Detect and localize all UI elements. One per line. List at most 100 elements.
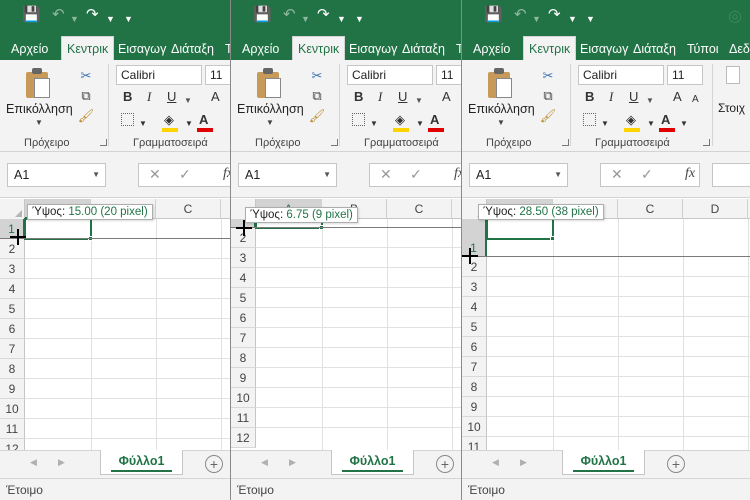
font-name-box[interactable]: Calibri: [116, 65, 202, 85]
underline-button[interactable]: U: [167, 89, 176, 105]
row-header[interactable]: 5: [462, 317, 487, 337]
tab-layout[interactable]: Διάταξη: [166, 38, 219, 60]
fill-dropdown-icon[interactable]: ▼: [185, 116, 193, 132]
italic-button[interactable]: I: [147, 89, 151, 105]
styles-button[interactable]: Στοιχ: [718, 101, 745, 115]
row-header[interactable]: 6: [462, 337, 487, 357]
formula-input[interactable]: [712, 163, 750, 187]
selected-cell-a1[interactable]: [24, 218, 92, 240]
worksheet-grid[interactable]: A B C 2 3 4 5 6 7 8 9 10 11 12: [231, 199, 461, 450]
fill-handle[interactable]: [550, 236, 555, 241]
insert-function-button[interactable]: fx: [223, 166, 230, 182]
row-header[interactable]: 4: [0, 279, 25, 299]
clipboard-launcher-icon[interactable]: [100, 139, 107, 146]
fill-dropdown-icon[interactable]: ▼: [647, 116, 655, 132]
scroll-right-icon[interactable]: ▶: [289, 457, 296, 468]
column-header[interactable]: C: [387, 199, 452, 219]
row-header[interactable]: 9: [231, 368, 256, 388]
tab-home[interactable]: Κεντρικ: [61, 36, 115, 60]
customize-qat-icon[interactable]: ▼: [586, 10, 595, 28]
redo-icon[interactable]: ↷: [548, 6, 561, 24]
paste-dropdown-icon[interactable]: ▼: [266, 118, 274, 127]
paste-button[interactable]: Επικόλληση: [6, 102, 73, 116]
add-sheet-icon[interactable]: +: [436, 455, 454, 473]
paste-button[interactable]: Επικόλληση: [468, 102, 535, 116]
redo-icon[interactable]: ↷: [86, 6, 99, 24]
undo-icon[interactable]: ↶: [283, 6, 296, 24]
font-size-box[interactable]: 11: [436, 65, 461, 85]
undo-icon[interactable]: ↶: [52, 6, 65, 24]
row-header[interactable]: 3: [462, 277, 487, 297]
undo-icon[interactable]: ↶: [514, 6, 527, 24]
row-header[interactable]: 7: [231, 328, 256, 348]
row-header[interactable]: 12: [0, 439, 25, 450]
sheet-tab[interactable]: Φύλλο1: [100, 450, 183, 475]
selected-cell-a1[interactable]: [486, 218, 554, 240]
shrink-font-button[interactable]: A: [692, 92, 699, 108]
row-header[interactable]: 10: [462, 417, 487, 437]
row-header[interactable]: 10: [231, 388, 256, 408]
borders-icon[interactable]: [352, 113, 365, 126]
paste-icon[interactable]: [26, 68, 52, 98]
paste-button[interactable]: Επικόλληση: [237, 102, 304, 116]
insert-function-button[interactable]: fx: [685, 166, 695, 182]
italic-button[interactable]: I: [609, 89, 613, 105]
tab-file[interactable]: Αρχείο: [468, 38, 515, 60]
cut-icon[interactable]: ✂: [538, 66, 558, 86]
underline-button[interactable]: U: [398, 89, 407, 105]
worksheet-grid[interactable]: B C 1 2 3 4 5 6 7 8 9 10 11 12: [0, 199, 230, 450]
row-header[interactable]: 8: [231, 348, 256, 368]
cancel-icon[interactable]: ✕: [611, 166, 623, 183]
fill-color-icon[interactable]: ◈: [626, 112, 636, 128]
borders-dropdown-icon[interactable]: ▼: [601, 116, 609, 132]
font-name-box[interactable]: Calibri: [347, 65, 433, 85]
column-header[interactable]: C: [156, 199, 221, 219]
borders-dropdown-icon[interactable]: ▼: [370, 116, 378, 132]
redo-dropdown-icon[interactable]: ▼: [568, 10, 577, 28]
scroll-left-icon[interactable]: ◀: [261, 457, 268, 468]
worksheet-grid[interactable]: B C D 1 2 3 4 5 6 7 8 9 10 11: [462, 199, 750, 450]
tab-home[interactable]: Κεντρικ: [523, 36, 577, 60]
underline-dropdown-icon[interactable]: ▼: [184, 93, 192, 109]
underline-dropdown-icon[interactable]: ▼: [646, 93, 654, 109]
undo-dropdown-icon[interactable]: ▼: [70, 10, 79, 28]
row-header[interactable]: 6: [231, 308, 256, 328]
save-icon[interactable]: 💾: [484, 6, 503, 24]
row-header[interactable]: 3: [231, 248, 256, 268]
grow-font-button[interactable]: A: [211, 89, 220, 105]
row-header[interactable]: 6: [0, 319, 25, 339]
bold-button[interactable]: B: [123, 89, 132, 105]
tab-layout[interactable]: Διάταξη: [397, 38, 450, 60]
scroll-left-icon[interactable]: ◀: [492, 457, 499, 468]
name-box[interactable]: A1 ▼: [469, 163, 568, 187]
row-header[interactable]: 11: [462, 437, 487, 450]
format-painter-icon[interactable]: 🖌: [76, 106, 96, 126]
enter-icon[interactable]: ✓: [179, 166, 191, 183]
row-header[interactable]: 3: [0, 259, 25, 279]
add-sheet-icon[interactable]: +: [667, 455, 685, 473]
fill-color-icon[interactable]: ◈: [395, 112, 405, 128]
cut-icon[interactable]: ✂: [76, 66, 96, 86]
fill-color-icon[interactable]: ◈: [164, 112, 174, 128]
customize-qat-icon[interactable]: ▼: [124, 10, 133, 28]
customize-qat-icon[interactable]: ▼: [355, 10, 364, 28]
fill-dropdown-icon[interactable]: ▼: [416, 116, 424, 132]
cancel-icon[interactable]: ✕: [380, 166, 392, 183]
cell-styles-icon[interactable]: [726, 66, 740, 84]
font-size-box[interactable]: 11: [667, 65, 703, 85]
row-header[interactable]: 7: [462, 357, 487, 377]
tab-insert[interactable]: Εισαγωγ: [344, 38, 402, 60]
undo-dropdown-icon[interactable]: ▼: [532, 10, 541, 28]
font-name-box[interactable]: Calibri: [578, 65, 664, 85]
name-box[interactable]: A1 ▼: [7, 163, 106, 187]
redo-dropdown-icon[interactable]: ▼: [337, 10, 346, 28]
grow-font-button[interactable]: A: [442, 89, 451, 105]
row-header[interactable]: 8: [462, 377, 487, 397]
save-icon[interactable]: 💾: [22, 6, 41, 24]
row-header[interactable]: 12: [231, 428, 256, 448]
tab-home[interactable]: Κεντρικ: [292, 36, 346, 60]
paste-dropdown-icon[interactable]: ▼: [497, 118, 505, 127]
name-box-dropdown-icon[interactable]: ▼: [554, 164, 562, 186]
borders-icon[interactable]: [121, 113, 134, 126]
copy-icon[interactable]: ⧉: [538, 86, 558, 106]
